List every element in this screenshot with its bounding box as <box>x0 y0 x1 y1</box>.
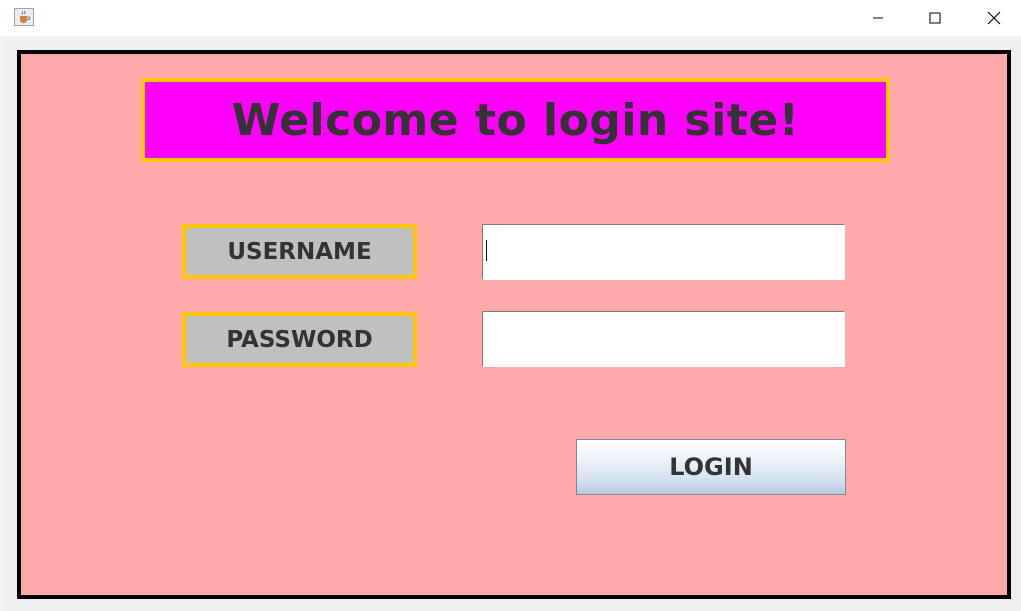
text-caret <box>486 240 487 261</box>
minimize-button[interactable] <box>855 0 901 36</box>
maximize-button[interactable] <box>912 0 958 36</box>
minimize-icon <box>873 17 883 19</box>
username-label: USERNAME <box>182 224 417 279</box>
app-window: Welcome to login site! USERNAME PASSWORD… <box>0 0 1021 611</box>
username-field[interactable] <box>482 224 845 280</box>
title-bar[interactable] <box>0 0 1021 36</box>
password-field[interactable] <box>482 311 845 367</box>
welcome-title: Welcome to login site! <box>231 94 800 146</box>
welcome-banner: Welcome to login site! <box>141 78 890 162</box>
close-icon <box>987 11 1001 25</box>
close-button[interactable] <box>971 0 1017 36</box>
password-label: PASSWORD <box>182 312 417 367</box>
java-cup-icon <box>14 8 34 26</box>
maximize-icon <box>929 12 941 24</box>
login-button[interactable]: LOGIN <box>576 439 846 495</box>
background-window-edge <box>0 36 4 611</box>
